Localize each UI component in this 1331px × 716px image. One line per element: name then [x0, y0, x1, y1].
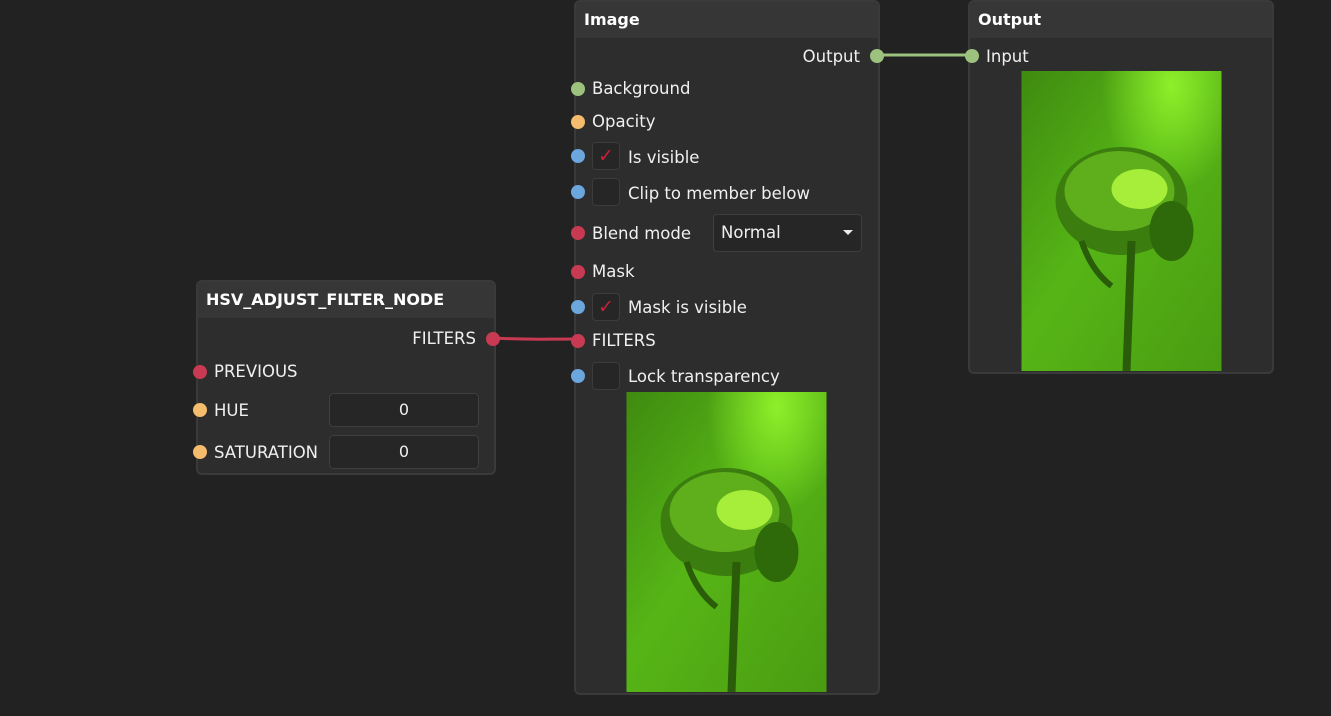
filters-input-label: FILTERS	[592, 331, 656, 350]
input-socket[interactable]	[965, 49, 979, 63]
hue-value-field[interactable]: 0	[329, 393, 479, 427]
filters-output-socket[interactable]	[486, 332, 500, 346]
node-graph-canvas[interactable]: HSV_ADJUST_FILTER_NODE FILTERS PREVIOUS …	[0, 0, 1331, 716]
hsv-adjust-filter-node[interactable]: HSV_ADJUST_FILTER_NODE FILTERS PREVIOUS …	[193, 280, 500, 475]
filters-output-row: FILTERS	[412, 324, 476, 354]
image-node[interactable]: Image Output Background Opacity ✓ Is vis…	[571, 0, 884, 695]
chevron-down-icon	[843, 230, 853, 235]
check-icon: ✓	[598, 145, 614, 167]
mask-input-label: Mask	[592, 262, 635, 281]
is-visible-checkbox[interactable]: ✓	[592, 142, 620, 170]
mask-is-visible-checkbox[interactable]: ✓	[592, 293, 620, 321]
is-visible-input-socket[interactable]	[571, 149, 585, 163]
saturation-value-field[interactable]: 0	[329, 435, 479, 469]
node-title[interactable]: Image	[576, 2, 878, 38]
saturation-input-socket[interactable]	[193, 445, 207, 459]
saturation-input-label: SATURATION	[214, 443, 319, 462]
output-node[interactable]: Output Input	[965, 0, 1274, 374]
blend-mode-value: Normal	[721, 223, 781, 242]
blend-mode-input-socket[interactable]	[571, 226, 585, 240]
check-icon: ✓	[598, 296, 614, 318]
lock-transparency-checkbox[interactable]	[592, 362, 620, 390]
wire-hsv-to-filters[interactable]	[492, 336, 578, 341]
image-preview	[626, 392, 827, 692]
is-visible-label: Is visible	[628, 148, 700, 167]
background-input-label: Background	[592, 79, 691, 98]
clip-to-member-below-label: Clip to member below	[628, 184, 810, 203]
filters-output-label: FILTERS	[412, 329, 476, 348]
clip-input-socket[interactable]	[571, 185, 585, 199]
lock-transparency-input-socket[interactable]	[571, 369, 585, 383]
output-label: Output	[802, 47, 860, 66]
lock-transparency-label: Lock transparency	[628, 367, 780, 386]
layer-preview-thumbnail	[626, 392, 827, 692]
mask-is-visible-label: Mask is visible	[628, 298, 747, 317]
input-label: Input	[986, 47, 1029, 66]
blend-mode-label: Blend mode	[592, 224, 692, 243]
mask-visible-input-socket[interactable]	[571, 300, 585, 314]
node-title[interactable]: Output	[970, 2, 1272, 38]
node-title[interactable]: HSV_ADJUST_FILTER_NODE	[198, 282, 494, 318]
opacity-input-label: Opacity	[592, 112, 656, 131]
hue-input-socket[interactable]	[193, 403, 207, 417]
output-preview	[1021, 71, 1222, 371]
hue-input-label: HUE	[214, 401, 249, 420]
background-input-socket[interactable]	[571, 82, 585, 96]
output-preview-thumbnail	[1021, 71, 1222, 371]
previous-input-label: PREVIOUS	[214, 362, 298, 381]
blend-mode-dropdown[interactable]: Normal	[713, 214, 862, 252]
opacity-input-socket[interactable]	[571, 115, 585, 129]
filters-input-socket[interactable]	[571, 334, 585, 348]
clip-to-member-below-checkbox[interactable]	[592, 178, 620, 206]
output-socket[interactable]	[870, 49, 884, 63]
previous-input-socket[interactable]	[193, 365, 207, 379]
mask-input-socket[interactable]	[571, 265, 585, 279]
